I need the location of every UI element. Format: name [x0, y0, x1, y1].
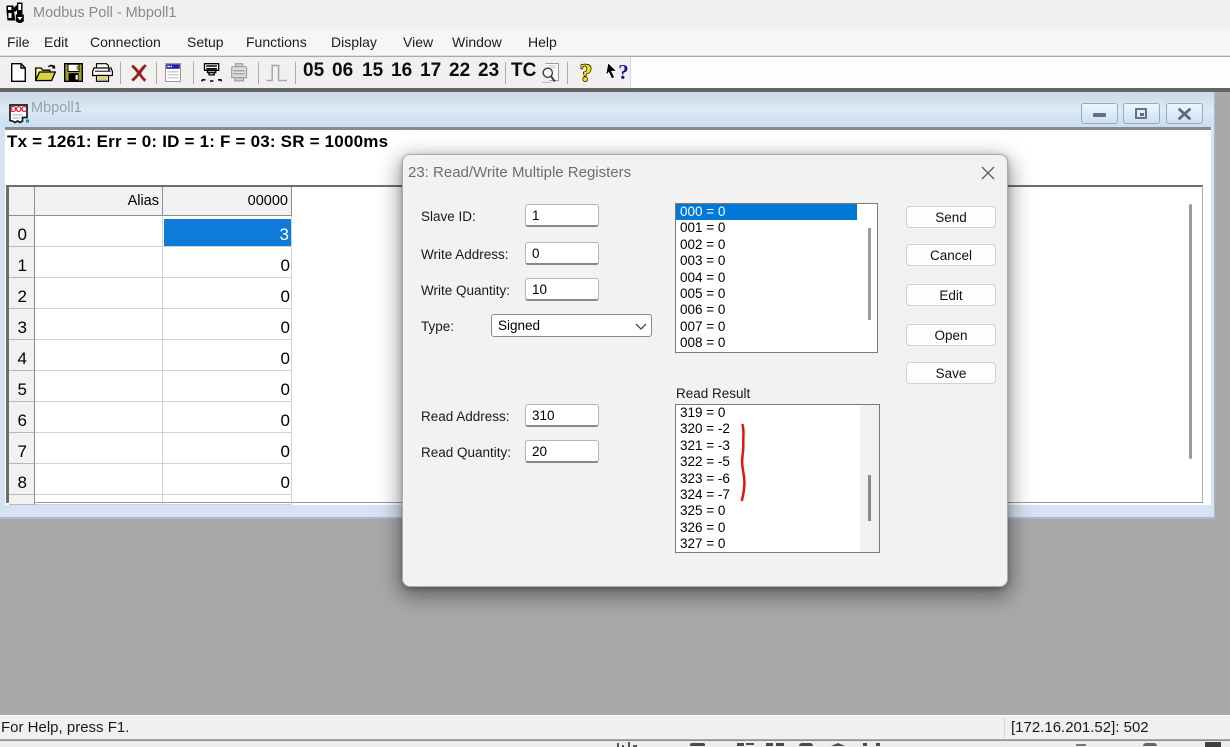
svg-text:?: ?	[618, 61, 629, 84]
svg-text:?: ?	[580, 60, 593, 86]
svg-text:DOC: DOC	[11, 105, 27, 114]
